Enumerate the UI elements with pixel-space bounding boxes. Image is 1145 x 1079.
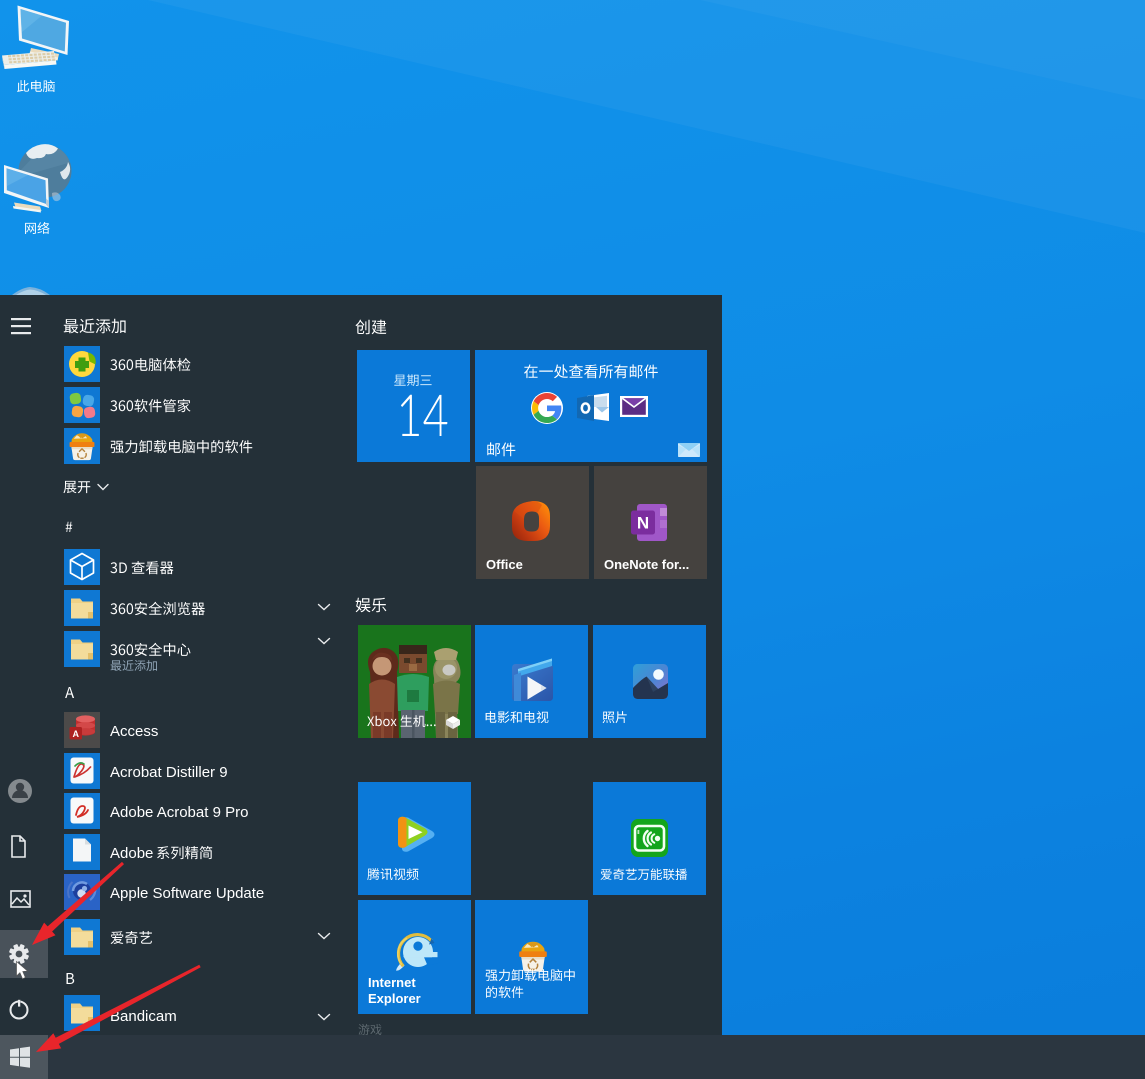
svg-text:A: A bbox=[72, 729, 79, 739]
svg-text:N: N bbox=[637, 514, 649, 533]
